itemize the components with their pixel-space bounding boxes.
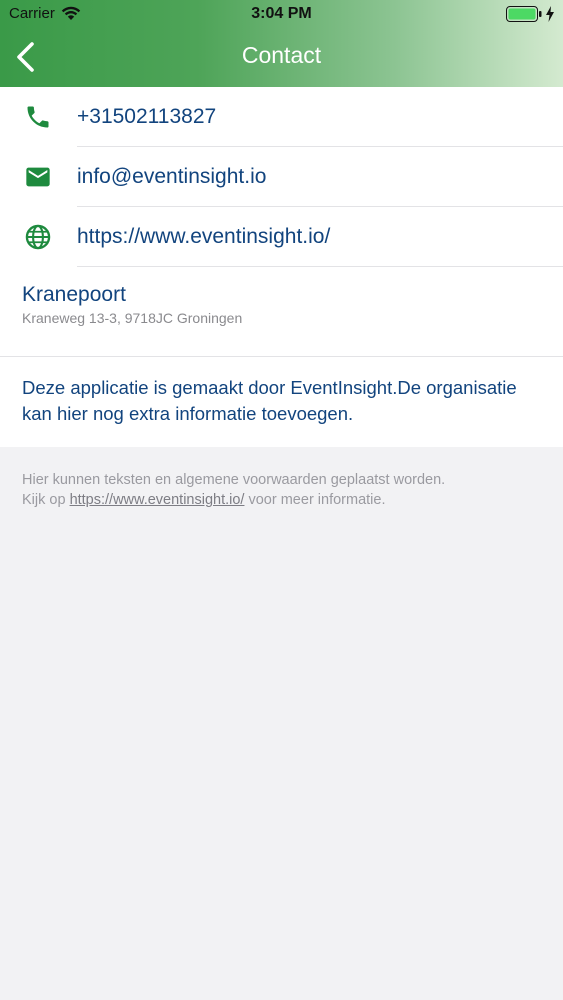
page-title: Contact [241, 42, 322, 68]
contact-list: +31502113827 info@eventinsight.io https:… [0, 87, 563, 447]
address-block[interactable]: Kranepoort Kraneweg 13-3, 9718JC Groning… [0, 267, 563, 357]
email-row[interactable]: info@eventinsight.io [0, 147, 563, 207]
info-text: Deze applicatie is gemaakt door EventIns… [22, 377, 517, 424]
charging-bolt-icon [546, 6, 554, 22]
footer-suffix: voor meer informatie. [244, 492, 386, 508]
address-name: Kranepoort [22, 283, 126, 306]
footer-line-1: Hier kunnen teksten en algemene voorwaar… [22, 472, 446, 488]
info-block: Deze applicatie is gemaakt door EventIns… [0, 357, 563, 447]
footer-link[interactable]: https://www.eventinsight.io/ [70, 492, 245, 508]
contact-screen: Carrier 3:04 PM Contact +31502113827 inf… [0, 0, 563, 1000]
address-line: Kraneweg 13-3, 9718JC Groningen [22, 310, 243, 326]
battery-icon [506, 6, 542, 22]
footer-prefix: Kijk op [22, 492, 70, 508]
footer-text: Hier kunnen teksten en algemene voorwaar… [22, 470, 552, 510]
status-time: 3:04 PM [251, 5, 312, 22]
globe-icon [25, 224, 51, 250]
phone-icon [27, 106, 49, 128]
battery [506, 6, 555, 22]
email-address: info@eventinsight.io [77, 165, 267, 188]
status-bar: Carrier 3:04 PM [0, 0, 563, 28]
footer-line-2: Kijk op https://www.eventinsight.io/ voo… [22, 490, 552, 510]
phone-number: +31502113827 [77, 105, 217, 128]
phone-row[interactable]: +31502113827 [0, 87, 563, 147]
nav-bar: Contact [0, 28, 563, 87]
website-url: https://www.eventinsight.io/ [77, 225, 331, 248]
header: Carrier 3:04 PM Contact [0, 0, 563, 87]
website-row[interactable]: https://www.eventinsight.io/ [0, 207, 563, 267]
mail-icon [26, 167, 50, 187]
